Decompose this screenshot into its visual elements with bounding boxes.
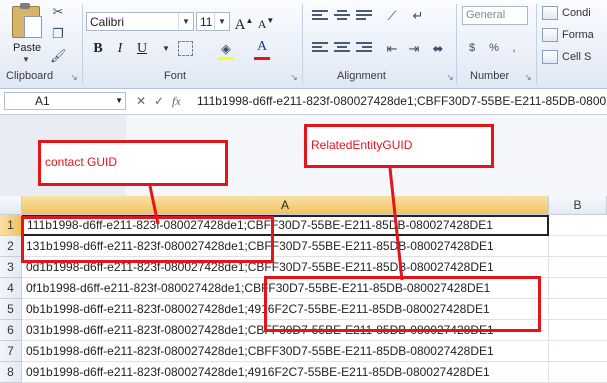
contact-guid-highlight <box>21 216 274 263</box>
related-guid-highlight <box>264 276 541 332</box>
contact-guid-callout: contact GUID <box>38 140 228 186</box>
related-entity-guid-label: RelatedEntityGUID <box>311 138 413 152</box>
contact-guid-label: contact GUID <box>45 155 118 169</box>
related-connector <box>388 167 404 281</box>
related-entity-guid-callout: RelatedEntityGUID <box>304 124 494 168</box>
